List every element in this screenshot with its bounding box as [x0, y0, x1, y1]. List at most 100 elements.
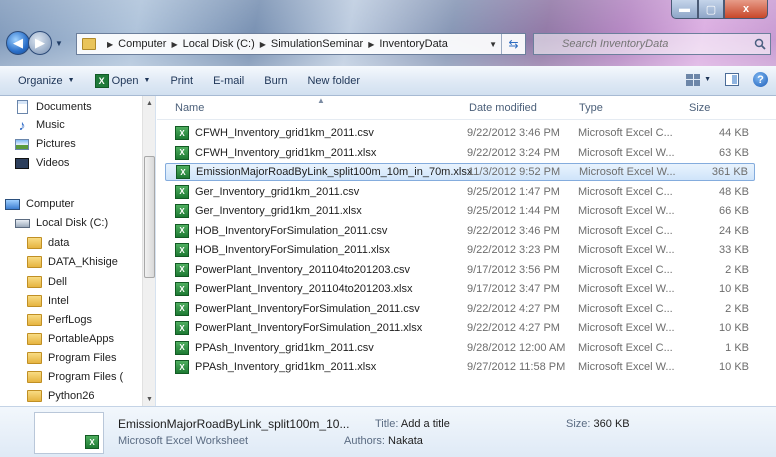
- recent-pages-button[interactable]: ▼: [55, 39, 63, 48]
- search-input[interactable]: [534, 38, 750, 50]
- chevron-right-icon[interactable]: ▶: [260, 40, 266, 49]
- open-button[interactable]: X Open ▼: [85, 73, 161, 88]
- change-view-button[interactable]: ▼: [686, 73, 711, 86]
- column-header-name[interactable]: Name: [175, 102, 204, 114]
- nav-item-program-files-x86[interactable]: Program Files (: [26, 369, 123, 385]
- title-value[interactable]: Add a title: [401, 418, 450, 430]
- search-box[interactable]: [533, 33, 771, 55]
- nav-item-python26[interactable]: Python26: [26, 388, 94, 404]
- file-row[interactable]: X CFWH_Inventory_grid1km_2011.xlsx 9/22/20…: [165, 144, 755, 162]
- file-size: 24 KB: [719, 224, 749, 237]
- nav-label: Program Files: [48, 352, 117, 364]
- file-row[interactable]: X EmissionMajorRoadByLink_split100m_10m_i…: [165, 163, 755, 181]
- burn-label: Burn: [264, 74, 288, 87]
- nav-scrollbar[interactable]: ▲ ▼: [142, 96, 155, 406]
- file-row[interactable]: X HOB_InventoryForSimulation_2011.csv 9/22…: [165, 222, 755, 240]
- file-name: PowerPlant_Inventory_201104to201203.csv: [195, 263, 411, 276]
- music-icon: ♪: [18, 117, 26, 133]
- breadcrumb-simulationseminar[interactable]: SimulationSeminar: [271, 38, 363, 50]
- search-icon[interactable]: [750, 38, 770, 50]
- nav-item-computer[interactable]: Computer: [4, 196, 74, 212]
- nav-item-videos[interactable]: Videos: [14, 155, 69, 171]
- file-size: 66 KB: [719, 205, 749, 217]
- preview-pane-button[interactable]: [725, 73, 739, 86]
- file-type: Microsoft Excel C...: [578, 224, 673, 237]
- refresh-button[interactable]: ⇆: [501, 34, 525, 54]
- details-file-name: EmissionMajorRoadByLink_split100m_10...: [118, 417, 350, 431]
- print-button[interactable]: Print: [160, 75, 203, 87]
- nav-label: PortableApps: [48, 333, 115, 345]
- scroll-up-icon[interactable]: ▲: [143, 96, 155, 110]
- breadcrumb-inventorydata[interactable]: InventoryData: [379, 38, 447, 50]
- folder-icon: [26, 369, 42, 385]
- file-type: Microsoft Excel W...: [578, 322, 675, 334]
- nav-label: DATA_Khisige: [48, 256, 118, 268]
- chevron-right-icon[interactable]: ▶: [368, 40, 374, 49]
- file-size: 10 KB: [719, 361, 749, 373]
- views-icon: [686, 73, 701, 86]
- folder-icon: [82, 38, 96, 50]
- file-row[interactable]: X HOB_InventoryForSimulation_2011.xlsx 9/2…: [165, 241, 755, 259]
- file-size: 2 KB: [725, 302, 749, 315]
- maximize-button[interactable]: ▢: [698, 0, 724, 19]
- nav-item-music[interactable]: ♪ Music: [14, 117, 65, 133]
- email-button[interactable]: E-mail: [203, 75, 254, 87]
- print-label: Print: [170, 74, 194, 87]
- excel-file-icon: X: [175, 301, 189, 316]
- close-button[interactable]: x: [724, 0, 768, 19]
- file-row[interactable]: X PowerPlant_InventoryForSimulation_2011.…: [165, 300, 755, 318]
- nav-item-documents[interactable]: Documents: [14, 99, 92, 115]
- excel-file-icon: X: [175, 126, 189, 140]
- file-row[interactable]: X Ger_Inventory_grid1km_2011.xlsx 9/25/201…: [165, 202, 755, 220]
- excel-file-icon: X: [175, 204, 189, 218]
- chevron-right-icon[interactable]: ▶: [107, 40, 113, 49]
- help-icon[interactable]: ?: [753, 72, 768, 87]
- organize-button[interactable]: Organize ▼: [8, 75, 85, 87]
- nav-item-pictures[interactable]: Pictures: [14, 136, 76, 152]
- file-row[interactable]: X PowerPlant_InventoryForSimulation_2011.…: [165, 319, 755, 337]
- nav-item-local-disk[interactable]: Local Disk (C:): [14, 215, 108, 231]
- file-name: CFWH_Inventory_grid1km_2011.csv: [195, 127, 374, 139]
- videos-icon: [14, 155, 30, 171]
- file-type: Microsoft Excel W...: [578, 244, 675, 256]
- file-date: 9/22/2012 3:46 PM: [467, 127, 560, 139]
- address-dropdown-icon[interactable]: ▼: [489, 40, 497, 49]
- nav-label: PerfLogs: [48, 314, 93, 326]
- nav-item-intel[interactable]: Intel: [26, 293, 69, 309]
- file-row[interactable]: X Ger_Inventory_grid1km_2011.csv 9/25/2012…: [165, 183, 755, 201]
- minimize-icon: ▬: [679, 3, 690, 15]
- folder-icon: [26, 274, 42, 290]
- chevron-right-icon[interactable]: ▶: [171, 40, 177, 49]
- authors-value[interactable]: Nakata: [388, 435, 423, 447]
- file-size: 48 KB: [719, 185, 749, 198]
- file-row[interactable]: X CFWH_Inventory_grid1km_2011.csv 9/22/201…: [165, 124, 755, 142]
- nav-scrollbar-thumb[interactable]: [144, 156, 155, 278]
- nav-label: Music: [36, 119, 65, 131]
- details-file-type: Microsoft Excel Worksheet: [118, 435, 249, 447]
- column-header-type[interactable]: Type: [579, 102, 603, 114]
- file-row[interactable]: X PPAsh_Inventory_grid1km_2011.csv 9/28/20…: [165, 339, 755, 357]
- minimize-button[interactable]: ▬: [671, 0, 698, 19]
- breadcrumb-local-disk[interactable]: Local Disk (C:): [183, 38, 255, 50]
- nav-item-dell[interactable]: Dell: [26, 274, 67, 290]
- column-header-size[interactable]: Size: [689, 102, 710, 114]
- nav-item-program-files[interactable]: Program Files: [26, 350, 116, 366]
- nav-item-data[interactable]: data: [26, 235, 69, 251]
- column-header-date[interactable]: Date modified: [469, 102, 537, 114]
- address-bar[interactable]: ▶ Computer ▶ Local Disk (C:) ▶ Simulatio…: [76, 33, 526, 55]
- file-row[interactable]: X PowerPlant_Inventory_201104to201203.csv…: [165, 261, 755, 279]
- breadcrumb-computer[interactable]: Computer: [118, 38, 166, 50]
- file-type: Microsoft Excel W...: [578, 283, 675, 295]
- forward-button[interactable]: ▶: [28, 31, 52, 55]
- nav-item-perflogs[interactable]: PerfLogs: [26, 312, 92, 328]
- file-row[interactable]: X PPAsh_Inventory_grid1km_2011.xlsx 9/27/2…: [165, 358, 755, 376]
- back-button[interactable]: ◀: [6, 31, 30, 55]
- scroll-down-icon[interactable]: ▼: [143, 392, 155, 406]
- nav-item-portableapps[interactable]: PortableApps: [26, 331, 114, 347]
- details-pane: X EmissionMajorRoadByLink_split100m_10..…: [0, 406, 776, 457]
- excel-file-icon: X: [175, 243, 189, 257]
- file-row[interactable]: X PowerPlant_Inventory_201104to201203.xls…: [165, 280, 755, 298]
- new-folder-button[interactable]: New folder: [297, 75, 370, 87]
- nav-item-data-khisige[interactable]: DATA_Khisige: [26, 254, 118, 270]
- burn-button[interactable]: Burn: [254, 75, 297, 87]
